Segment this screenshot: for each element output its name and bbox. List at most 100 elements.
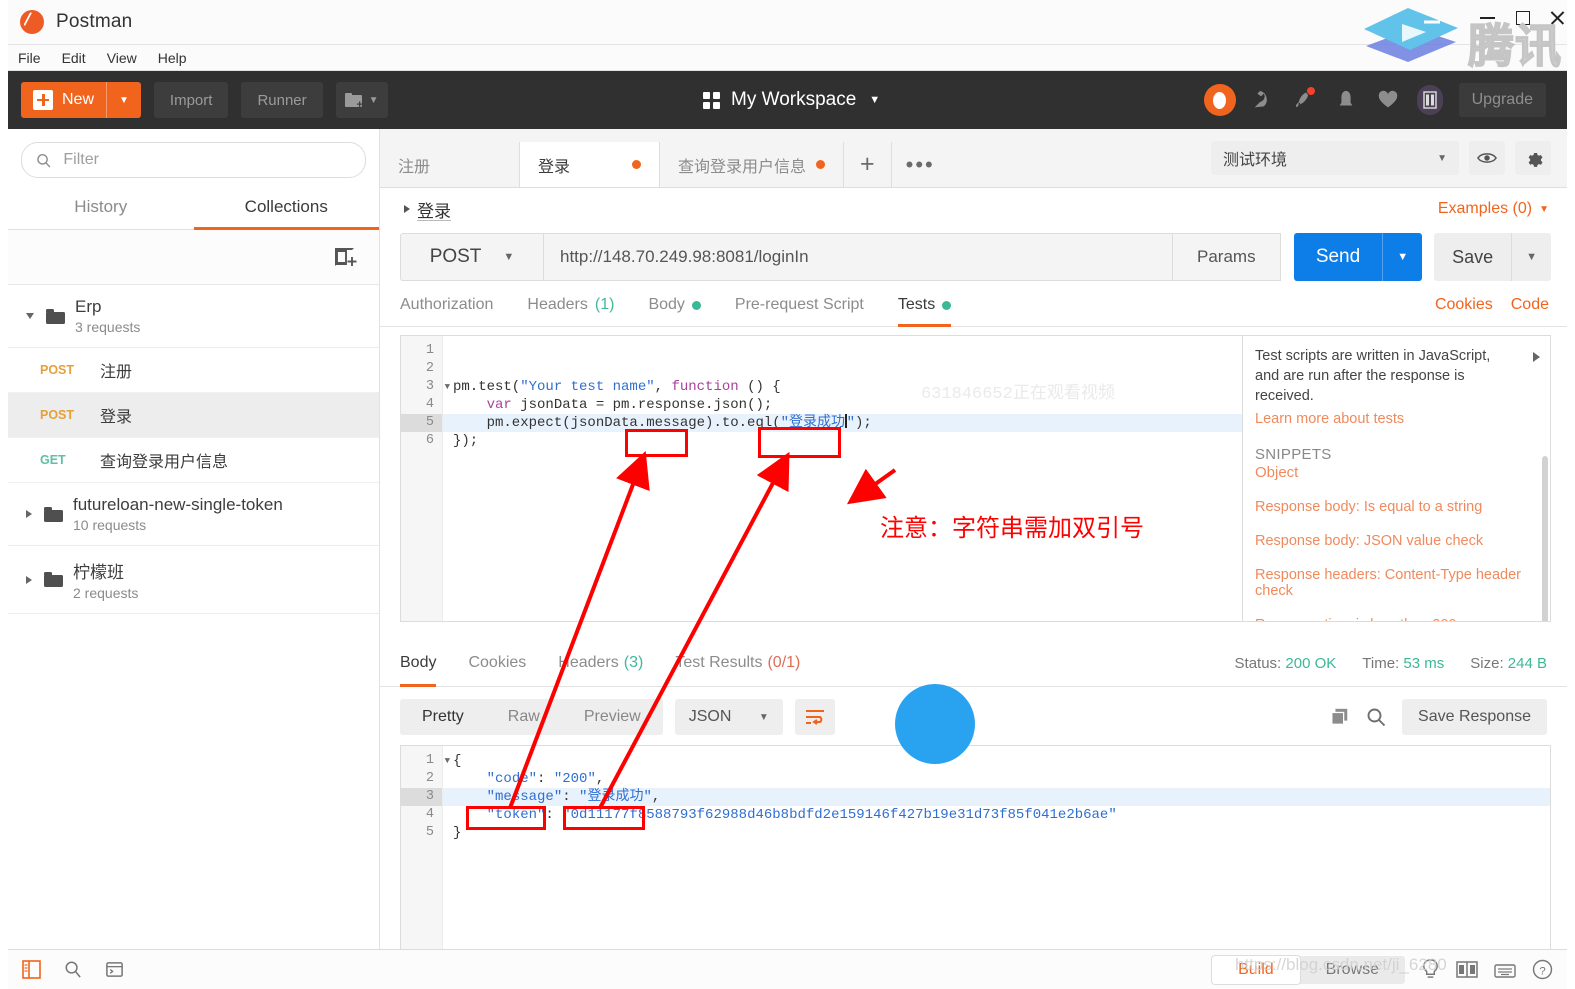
new-collection-icon[interactable] <box>335 247 357 267</box>
snippet-item[interactable]: Response body: JSON value check <box>1255 533 1536 549</box>
format-selector[interactable]: JSON ▼ <box>674 699 783 735</box>
view-mode-raw[interactable]: Raw <box>486 699 562 735</box>
sidebar-toggle-icon[interactable] <box>22 960 42 979</box>
save-button[interactable]: Save ▼ <box>1434 233 1551 281</box>
runner-button[interactable]: Runner <box>241 82 323 118</box>
sidebar-tab-history[interactable]: History <box>8 188 194 229</box>
params-button[interactable]: Params <box>1172 233 1281 281</box>
interceptor-button[interactable] <box>1241 71 1283 129</box>
snippet-object-label[interactable]: Object <box>1255 464 1536 481</box>
request-name: 注册 <box>100 364 133 381</box>
request-tab[interactable]: 查询登录用户信息 <box>660 142 845 187</box>
build-tab[interactable]: Build <box>1212 955 1300 984</box>
request-tab-label: 查询登录用户信息 <box>678 158 807 176</box>
status-bar: Build Browse ? <box>8 949 1567 989</box>
import-button[interactable]: Import <box>153 82 229 118</box>
response-tab-body[interactable]: Body <box>400 640 437 687</box>
code-link[interactable]: Code <box>1511 296 1549 314</box>
browse-tab[interactable]: Browse <box>1300 956 1405 984</box>
word-wrap-button[interactable] <box>794 699 835 735</box>
search-icon[interactable] <box>1366 707 1386 727</box>
request-item[interactable]: POST 登录 <box>8 393 379 438</box>
tab-tests[interactable]: Tests <box>897 284 952 327</box>
send-button[interactable]: Send ▼ <box>1293 233 1423 281</box>
tab-more-button[interactable]: ••• <box>892 142 949 187</box>
menu-item-edit[interactable]: Edit <box>62 50 86 66</box>
menu-item-file[interactable]: File <box>18 50 41 66</box>
request-tab[interactable]: 登录 <box>520 142 660 187</box>
response-tab-cookies[interactable]: Cookies <box>468 640 526 686</box>
chevron-down-icon[interactable]: ▼ <box>1512 251 1551 263</box>
tab-authorization[interactable]: Authorization <box>400 284 493 326</box>
collection-item[interactable]: futureloan-new-single-token 10 requests <box>8 483 379 546</box>
help-icon[interactable]: ? <box>1532 959 1553 980</box>
menu-item-view[interactable]: View <box>107 50 137 66</box>
chevron-right-icon[interactable] <box>26 510 32 518</box>
response-tab-test-results[interactable]: Test Results (0/1) <box>675 640 800 686</box>
new-button[interactable]: New ▼ <box>21 82 141 118</box>
sidebar-tabs: History Collections <box>8 188 379 230</box>
examples-button[interactable]: Examples (0) ▼ <box>1438 200 1549 218</box>
sidebar-tab-collections[interactable]: Collections <box>193 188 380 230</box>
workspace-selector[interactable]: My Workspace ▼ <box>703 71 880 129</box>
folder-plus-icon: + <box>344 93 363 111</box>
line-number: 6 <box>425 433 434 448</box>
snippet-item[interactable]: Response headers: Content-Type header ch… <box>1255 567 1536 599</box>
tab-headers[interactable]: Headers (1) <box>527 284 614 326</box>
environment-quick-look-button[interactable] <box>1469 141 1505 175</box>
close-button[interactable] <box>1550 10 1565 25</box>
copy-icon[interactable] <box>1330 707 1350 727</box>
minimize-button[interactable] <box>1480 10 1495 25</box>
package-button[interactable] <box>1409 71 1451 129</box>
chevron-down-icon[interactable]: ▼ <box>107 95 141 106</box>
new-folder-button[interactable]: + ▼ <box>335 82 388 118</box>
bulb-icon[interactable] <box>1421 959 1440 980</box>
response-gutter: 1 ▼ 2 3 4 5 <box>401 746 450 949</box>
console-icon[interactable] <box>105 960 124 979</box>
sync-button[interactable] <box>1199 71 1241 129</box>
chevron-down-icon[interactable] <box>26 313 34 319</box>
environment-selector[interactable]: 测试环境 ▼ <box>1211 141 1459 175</box>
url-input[interactable]: http://148.70.249.98:8081/loginIn <box>543 233 1173 281</box>
maximize-button[interactable] <box>1515 10 1530 25</box>
layout-icon[interactable] <box>1456 960 1478 979</box>
chevron-down-icon[interactable]: ▼ <box>1383 251 1422 263</box>
response-body-viewer[interactable]: 1 ▼ 2 3 4 5 { "code": "200", "message": "… <box>400 745 1551 949</box>
snippet-item[interactable]: Response time is less than 200ms <box>1255 617 1536 621</box>
method-selector[interactable]: POST ▼ <box>400 233 543 281</box>
keyboard-icon[interactable] <box>1494 961 1516 979</box>
response-tab-headers[interactable]: Headers (3) <box>558 640 643 686</box>
rocket-button[interactable] <box>1283 71 1325 129</box>
view-mode-preview[interactable]: Preview <box>562 699 663 735</box>
learn-more-link[interactable]: Learn more about tests <box>1255 411 1536 427</box>
cookies-link[interactable]: Cookies <box>1435 296 1493 314</box>
upgrade-button[interactable]: Upgrade <box>1458 83 1546 117</box>
new-tab-button[interactable]: + <box>844 142 892 187</box>
editor-content[interactable]: pm.test("Your test name", function () { … <box>443 336 1242 621</box>
snippets-panel: Test scripts are written in JavaScript, … <box>1243 335 1551 622</box>
environment-settings-button[interactable] <box>1515 141 1551 175</box>
chevron-right-icon[interactable] <box>26 575 32 584</box>
bell-button[interactable] <box>1325 71 1367 129</box>
request-item[interactable]: GET 查询登录用户信息 <box>8 438 379 483</box>
snippet-item[interactable]: Response body: Is equal to a string <box>1255 499 1536 515</box>
tab-body[interactable]: Body <box>648 284 701 326</box>
postman-logo-icon <box>20 10 44 34</box>
menu-item-help[interactable]: Help <box>158 50 187 66</box>
snippets-scrollbar[interactable] <box>1542 456 1548 621</box>
filter-box[interactable] <box>21 142 366 178</box>
view-mode-pretty[interactable]: Pretty <box>400 699 486 735</box>
collection-item[interactable]: 柠檬班 2 requests <box>8 546 379 614</box>
test-script-editor[interactable]: 1 2 3 ▼ 4 5 6 pm.test("Your test name", f… <box>400 335 1243 622</box>
filter-input[interactable] <box>61 150 351 170</box>
collapse-panel-icon[interactable] <box>1533 352 1540 362</box>
collection-item[interactable]: Erp 3 requests <box>8 285 379 348</box>
response-actions: Save Response <box>1330 699 1547 735</box>
request-tab[interactable]: 注册 <box>380 142 520 187</box>
save-response-button[interactable]: Save Response <box>1402 699 1547 735</box>
request-item[interactable]: POST 注册 <box>8 348 379 393</box>
chevron-right-icon[interactable] <box>404 205 410 213</box>
favorites-button[interactable] <box>1367 71 1409 129</box>
find-icon[interactable] <box>64 960 83 979</box>
tab-pre-request-script[interactable]: Pre-request Script <box>735 284 864 326</box>
